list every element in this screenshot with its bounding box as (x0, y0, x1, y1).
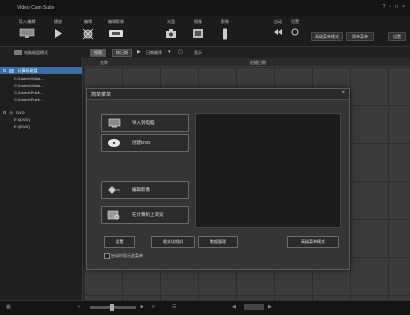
advanced-mode-button[interactable]: 高级菜单模式 (311, 32, 343, 41)
tree-item-dvd[interactable]: ⊟ ◎ DVD (0, 109, 82, 116)
settings-button[interactable]: 设置 (104, 236, 135, 248)
preview-area (195, 113, 341, 228)
toolbar-label: 导入/编辑 (18, 19, 36, 24)
button-label: 创建DVD (132, 140, 151, 145)
toolbar-play-button[interactable]: 播放 (45, 19, 71, 43)
play-small-icon[interactable]: ▶ (137, 49, 141, 55)
toolbar-label: 图像 (194, 19, 202, 24)
tree-item-label: DVD (16, 110, 25, 115)
browse-icon (107, 210, 120, 220)
folder-tree-panel: ⊟ 计算机磁盘 C:\Users\Visita... C:\Users\Visi… (0, 58, 83, 300)
minimize-button[interactable]: - (389, 4, 391, 10)
toolbar-label: 影像 (221, 19, 229, 24)
title-bar: Video Cam Suite ? - □ × (0, 0, 410, 16)
tab-by-date[interactable]: 按日期 (112, 49, 132, 57)
simple-menu-dialog: 简单菜单 × 导入到电脑 创建DVD 编辑影像 在计算机上浏览 设置 格式化相机 (86, 88, 350, 270)
button-label: 在计算机上浏览 (132, 212, 164, 217)
format-camera-button[interactable]: 格式化相机 (151, 236, 195, 248)
prev-icon[interactable]: ◀ (232, 304, 236, 310)
disc-icon (108, 139, 120, 147)
tree-item-computer-disk[interactable]: ⊟ 计算机磁盘 (0, 67, 82, 74)
help-button[interactable]: ? (383, 4, 386, 10)
simple-menu-button[interactable]: 简单菜单 (346, 32, 374, 41)
gear-icon (291, 28, 299, 36)
zoom-slider-handle[interactable] (110, 304, 114, 311)
next-icon[interactable]: ▶ (268, 304, 272, 310)
tree-item[interactable]: E:\[DVD] (0, 123, 82, 130)
close-button[interactable]: × (402, 4, 405, 10)
auto-icon (274, 29, 282, 35)
toolbar-auto-button[interactable]: 自动 (270, 19, 286, 43)
edit-icon (82, 28, 94, 40)
mode-bar: 电脑磁盘模式 视图 按日期 ▶ 日期顺序 ▾ ▢ 显示 (0, 47, 410, 58)
page-indicator (244, 304, 264, 310)
tree-item[interactable]: C:\Users\Visita... (0, 82, 82, 89)
list-view-icon[interactable]: ☰ (172, 304, 176, 310)
toolbar-label: 设置 (291, 19, 299, 24)
toolbar-edit-button[interactable]: 编辑 (75, 19, 101, 43)
column-header-name[interactable]: 名称 (100, 60, 108, 66)
toolbar-video-button[interactable]: 影像 (212, 19, 238, 43)
mode-label: 电脑磁盘模式 (24, 50, 48, 55)
toolbar-label: 播放 (54, 19, 62, 24)
sort-icon[interactable]: ≡ (152, 304, 155, 310)
import-to-computer-button[interactable]: 导入到电脑 (101, 114, 189, 132)
grid-view-icon[interactable]: ▢ (178, 49, 183, 55)
toolbar-import-button[interactable]: 导入/编辑 (14, 19, 40, 43)
toolbar-label: 自动 (274, 19, 282, 24)
button-label: 编辑影像 (132, 187, 150, 192)
monitor-icon (19, 28, 35, 38)
tree-item[interactable]: C:\Users\Publi... (0, 96, 82, 103)
grid-icon[interactable]: ▦ (6, 304, 11, 310)
tree-item-label: 计算机磁盘 (17, 68, 38, 73)
window-controls: ? - □ × (383, 4, 405, 10)
status-bar: ▦ ▪ ■ ≡ ☰ ◀ ▶ (0, 300, 410, 315)
disc-icon: ◎ (9, 110, 13, 115)
startup-checkbox-label: 启动时显示此菜单 (111, 253, 143, 258)
film-icon (193, 29, 203, 38)
folder-icon (9, 68, 15, 73)
expand-icon[interactable]: ⊟ (0, 110, 6, 115)
column-header-date[interactable]: 拍摄日期 (250, 60, 266, 66)
zoom-out-icon[interactable]: ▪ (78, 304, 80, 310)
disk-icon (14, 50, 22, 55)
startup-checkbox[interactable] (104, 253, 110, 259)
toolbar-settings-button[interactable]: 设置 (287, 19, 303, 43)
app-title: Video Cam Suite (17, 5, 55, 11)
zoom-in-icon[interactable]: ■ (140, 304, 143, 310)
edit-video-button[interactable]: 编辑影像 (101, 181, 189, 199)
toolbar-label: 编辑影像 (108, 19, 124, 24)
import-icon (108, 118, 121, 128)
sort-order-dropdown[interactable]: 日期顺序 (146, 50, 162, 56)
camera-icon (166, 29, 176, 38)
main-toolbar: 导入/编辑 播放 编辑 编辑影像 光盘 图像 影像 自动 设置 高级菜单模式 简… (0, 16, 410, 47)
close-icon[interactable]: × (341, 90, 345, 96)
tree-item[interactable]: C:\Users\Publi... (0, 89, 82, 96)
dialog-title: 简单菜单 (91, 92, 112, 98)
expand-icon[interactable]: ⊟ (0, 68, 6, 73)
create-dvd-button[interactable]: 创建DVD (101, 134, 189, 152)
tree-item[interactable]: C:\Users\Visita... (0, 75, 82, 82)
tree-item[interactable]: E:\[DVD] (0, 116, 82, 123)
toolbar-disc-button[interactable]: 光盘 (158, 19, 184, 43)
display-option[interactable]: 显示 (194, 50, 202, 56)
phone-icon (223, 28, 227, 40)
tab-view[interactable]: 视图 (90, 49, 106, 57)
toolbar-label: 光盘 (167, 19, 175, 24)
maximize-button[interactable]: □ (395, 4, 398, 10)
play-icon (55, 29, 62, 38)
toolbar-edit-video-button[interactable]: 编辑影像 (103, 19, 129, 43)
settings-button[interactable]: 设置 (388, 32, 406, 41)
advanced-mode-button[interactable]: 高级菜单模式 (287, 236, 339, 248)
dvd-icon (109, 30, 123, 37)
data-management-button[interactable]: 数据管理 (198, 236, 238, 248)
toolbar-image-button[interactable]: 图像 (185, 19, 211, 43)
browse-on-computer-button[interactable]: 在计算机上浏览 (101, 206, 189, 224)
toolbar-label: 编辑 (84, 19, 92, 24)
chevron-down-icon[interactable]: ▾ (168, 49, 171, 55)
edit-video-icon (108, 186, 120, 194)
column-header-row: 名称 拍摄日期 (84, 58, 410, 67)
dialog-title-bar: 简单菜单 × (87, 89, 349, 100)
button-label: 导入到电脑 (132, 120, 155, 125)
